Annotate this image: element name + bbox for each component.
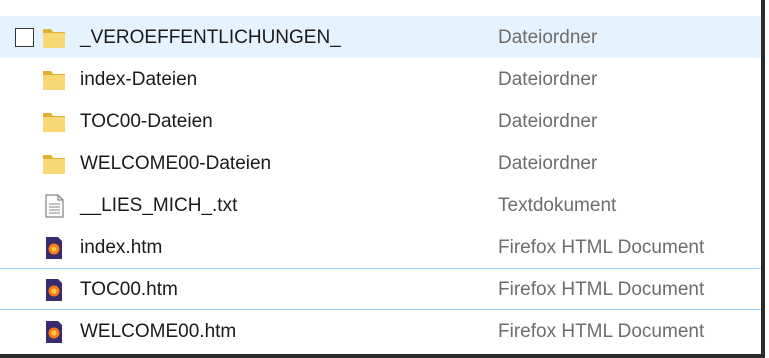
- file-name: WELCOME00.htm: [80, 321, 237, 342]
- file-name: TOC00-Dateien: [80, 111, 213, 132]
- firefox-html-icon: [40, 276, 68, 304]
- file-row[interactable]: index-Dateien Dateiordner: [0, 58, 761, 100]
- file-row[interactable]: __LIES_MICH_.txt Textdokument: [0, 184, 761, 226]
- file-row[interactable]: WELCOME00.htm Firefox HTML Document: [0, 310, 761, 352]
- folder-icon: [40, 66, 68, 94]
- file-type: Dateiordner: [498, 69, 598, 90]
- file-type: Textdokument: [498, 195, 617, 216]
- file-type: Firefox HTML Document: [498, 237, 705, 258]
- file-type: Dateiordner: [498, 153, 598, 174]
- file-name: index-Dateien: [80, 69, 198, 90]
- folder-icon: [40, 108, 68, 136]
- text-file-icon: [40, 192, 68, 220]
- file-type: Dateiordner: [498, 111, 598, 132]
- file-name: index.htm: [80, 237, 163, 258]
- folder-icon: [40, 150, 68, 178]
- file-type: Firefox HTML Document: [498, 279, 705, 300]
- file-row[interactable]: TOC00-Dateien Dateiordner: [0, 100, 761, 142]
- file-row[interactable]: TOC00.htm Firefox HTML Document: [0, 268, 761, 310]
- file-name: WELCOME00-Dateien: [80, 153, 272, 174]
- file-row[interactable]: index.htm Firefox HTML Document: [0, 226, 761, 268]
- file-list: _VEROEFFENTLICHUNGEN_ Dateiordner index-…: [0, 16, 761, 352]
- file-row[interactable]: WELCOME00-Dateien Dateiordner: [0, 142, 761, 184]
- firefox-html-icon: [40, 234, 68, 262]
- file-name: _VEROEFFENTLICHUNGEN_: [80, 27, 341, 48]
- file-name: TOC00.htm: [80, 279, 178, 300]
- firefox-html-icon: [40, 318, 68, 346]
- file-type: Dateiordner: [498, 27, 598, 48]
- folder-icon: [40, 24, 68, 52]
- row-checkbox[interactable]: [15, 28, 34, 47]
- file-type: Firefox HTML Document: [498, 321, 705, 342]
- file-row[interactable]: _VEROEFFENTLICHUNGEN_ Dateiordner: [0, 16, 761, 58]
- file-name: __LIES_MICH_.txt: [80, 195, 238, 216]
- file-explorer-window: _VEROEFFENTLICHUNGEN_ Dateiordner index-…: [0, 0, 765, 358]
